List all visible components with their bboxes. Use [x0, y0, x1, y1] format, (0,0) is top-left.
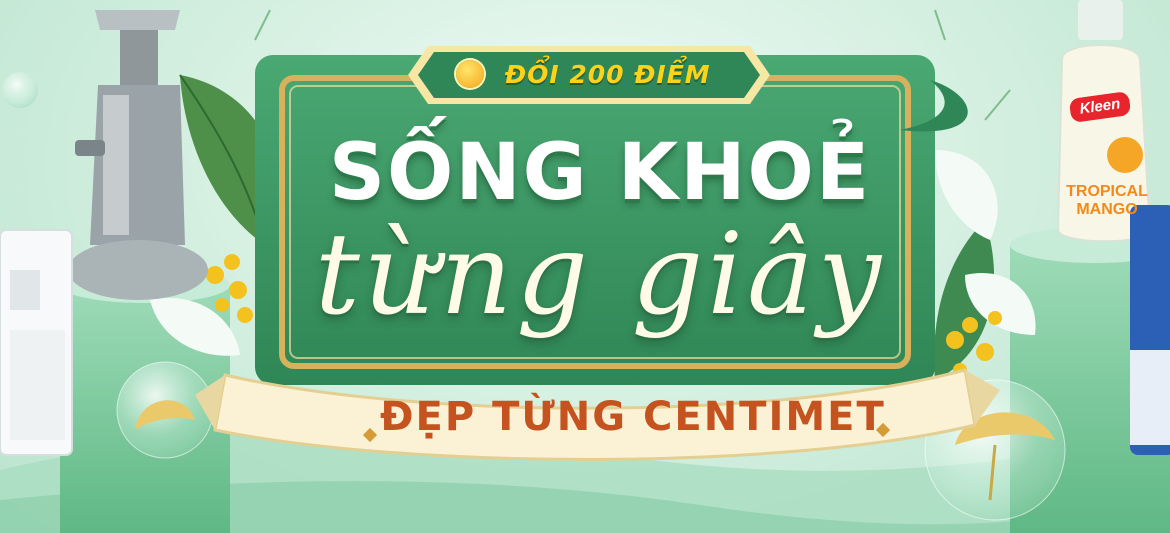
product-flavor-line-1: TROPICAL [1066, 183, 1148, 200]
pitcher-product [0, 229, 73, 456]
product-flavor-line-2: MANGO [1076, 201, 1138, 218]
milk-can-product [1130, 205, 1170, 455]
headline-line-2: từng giây [314, 210, 886, 340]
headline-line-1: SỐNG KHOẺ [328, 128, 872, 218]
promo-banner[interactable]: ĐỔI 200 ĐIỂM SỐNG KHOẺ từng giây ĐẸP TỪN… [0, 0, 1170, 533]
product-flavor-label: TROPICAL MANGO [1062, 183, 1152, 219]
crown-icon [456, 60, 484, 88]
juicer-product [68, 10, 208, 300]
points-badge-label: ĐỔI 200 ĐIỂM [505, 60, 711, 89]
ribbon-subtitle: ĐẸP TỪNG CENTIMET [380, 394, 886, 440]
